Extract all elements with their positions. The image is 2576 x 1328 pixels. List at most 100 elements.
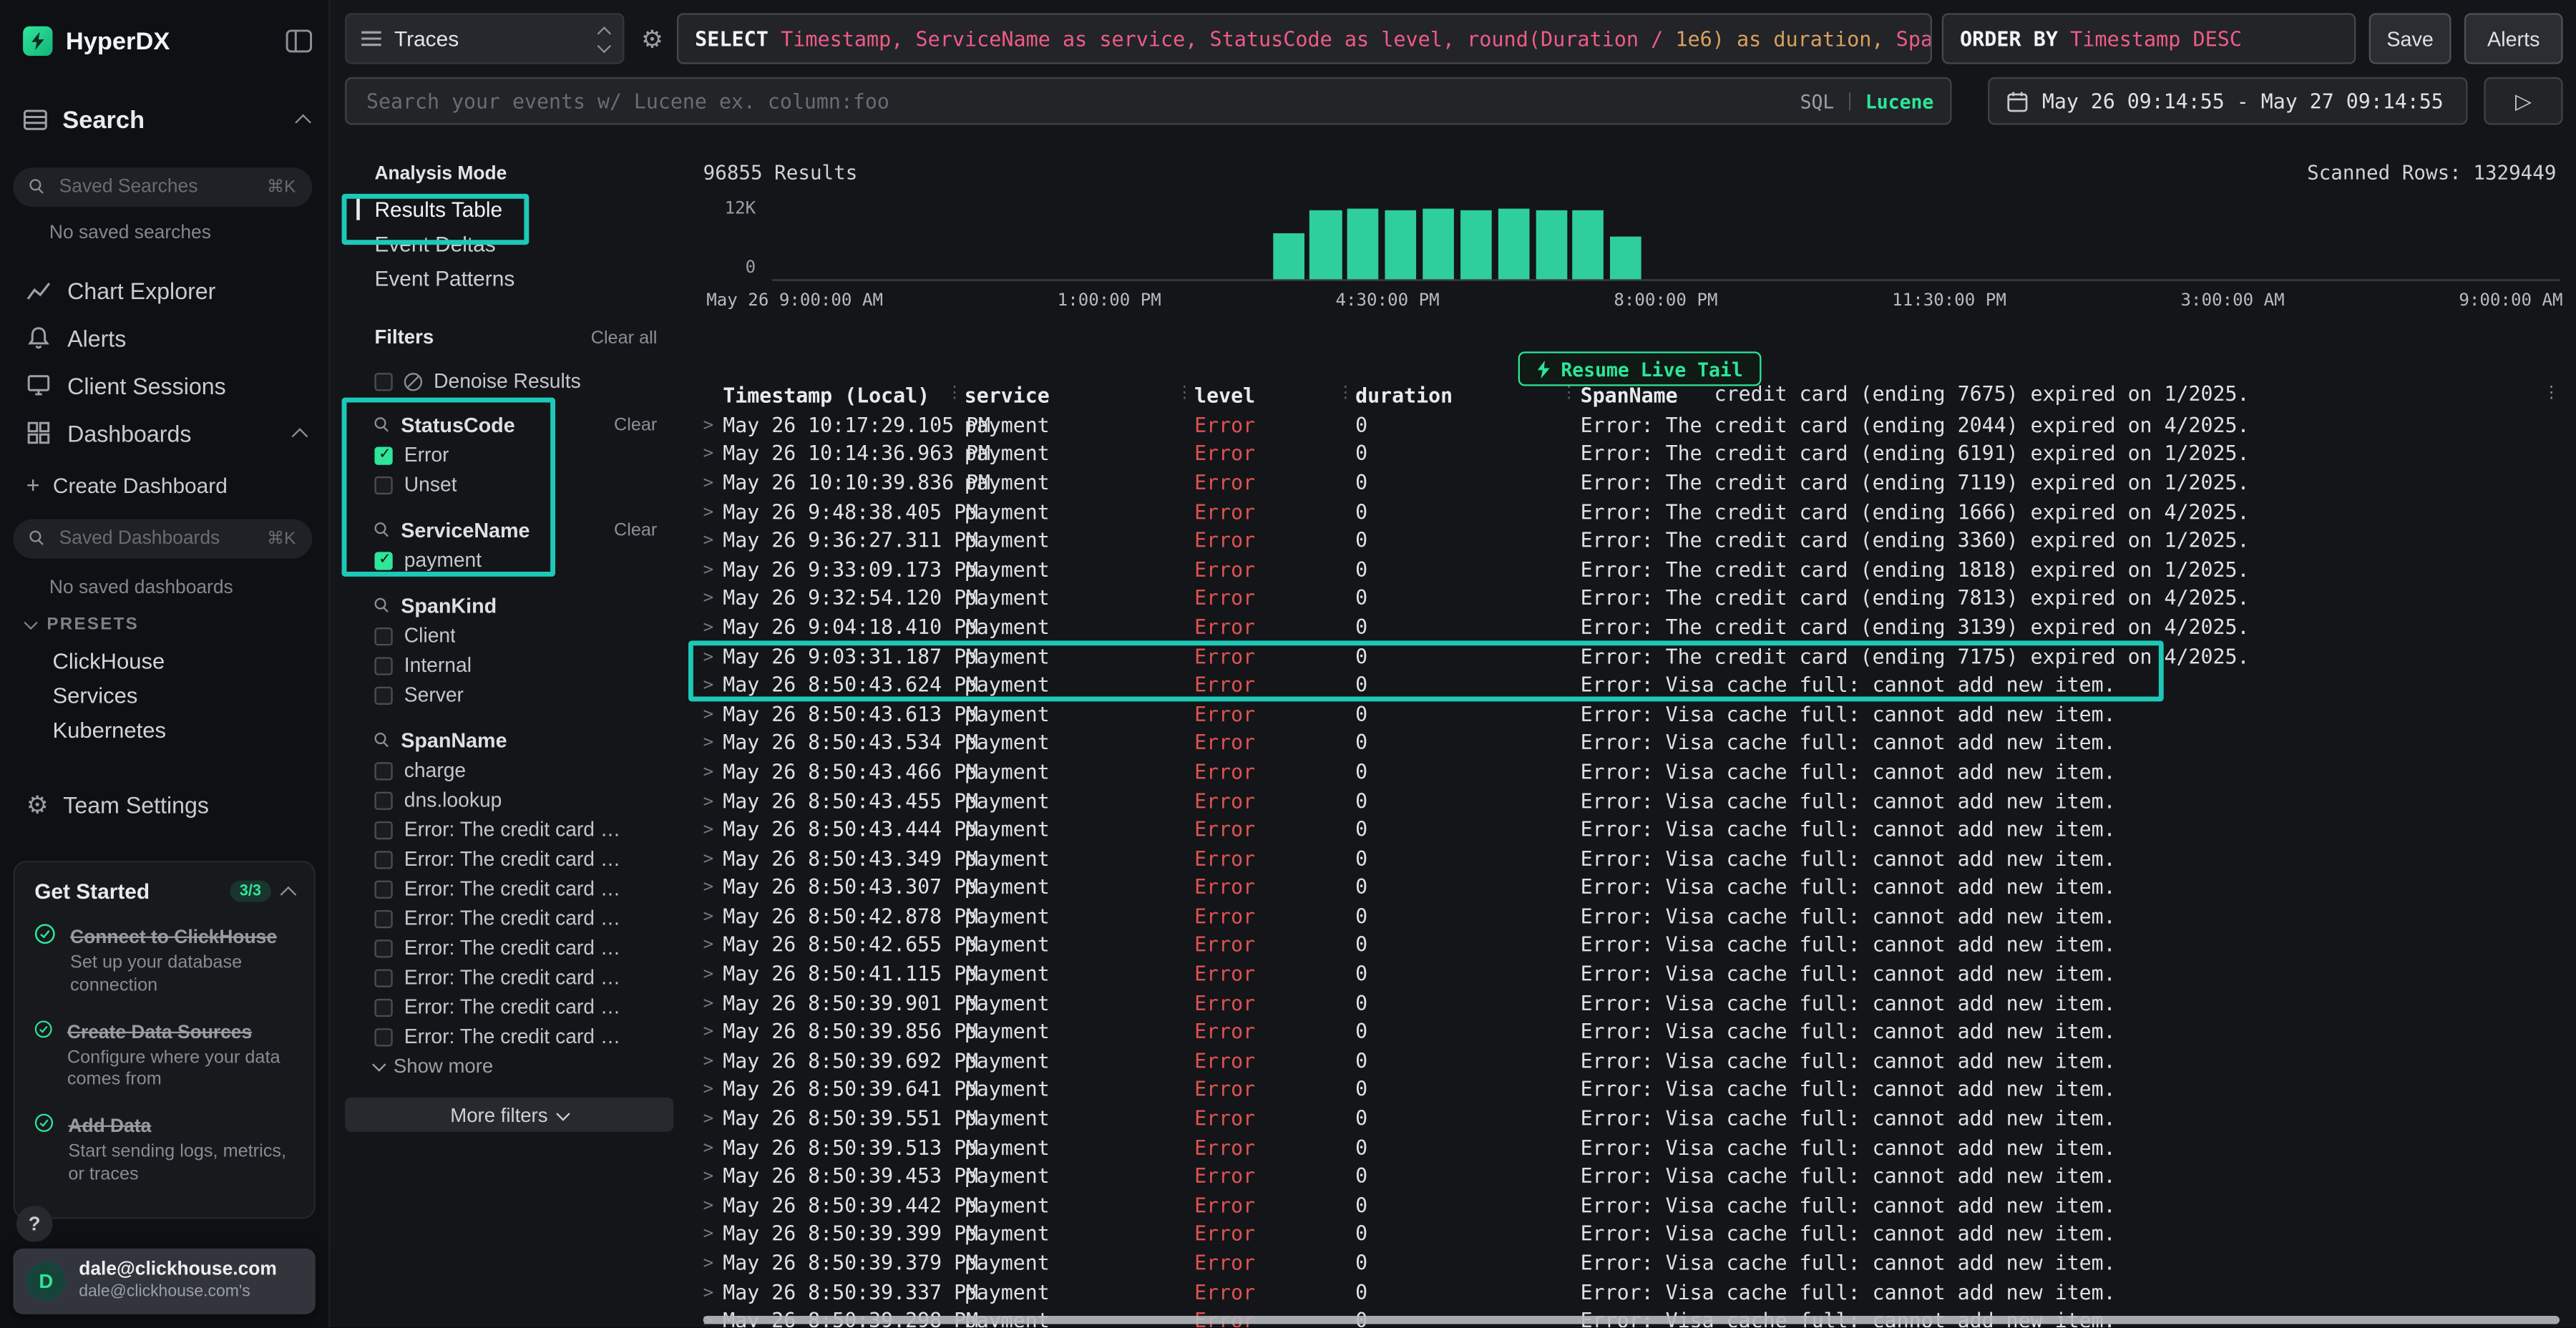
facet-option[interactable]: Client <box>342 621 680 650</box>
table-row[interactable]: >May 26 8:50:43.444 PMpaymentError0Error… <box>703 815 2576 844</box>
table-row[interactable]: >May 26 8:50:43.307 PMpaymentError0Error… <box>703 873 2576 902</box>
table-row[interactable]: >May 26 10:14:36.963 PMpaymentError0Erro… <box>703 439 2576 468</box>
facet-option[interactable]: Error: The credit card … <box>342 815 680 844</box>
checkbox[interactable] <box>374 656 392 674</box>
facet-option[interactable]: dns.lookup <box>342 785 680 814</box>
table-row[interactable]: >May 26 8:50:39.692 PMpaymentError0Error… <box>703 1047 2576 1075</box>
denoise-results-toggle[interactable]: Denoise Results <box>342 366 680 396</box>
facet-option[interactable]: Error <box>342 440 680 469</box>
more-filters-button[interactable]: More filters <box>345 1098 673 1132</box>
table-row[interactable]: >May 26 9:48:38.405 PMpaymentError0Error… <box>703 497 2576 526</box>
sql-query-editor[interactable]: SELECT Timestamp, ServiceName as service… <box>677 13 1932 64</box>
facet-option[interactable]: charge <box>342 756 680 785</box>
facet-option[interactable]: Error: The credit card … <box>342 1022 680 1051</box>
facet-option[interactable]: Error: The credit card … <box>342 904 680 933</box>
resume-live-tail-button[interactable]: Resume Live Tail <box>1518 351 1761 386</box>
preset-kubernetes[interactable]: Kubernetes <box>0 713 328 747</box>
table-row[interactable]: >May 26 8:50:39.379 PMpaymentError0Error… <box>703 1249 2576 1277</box>
table-row[interactable]: >May 26 8:50:42.878 PMpaymentError0Error… <box>703 902 2576 931</box>
table-row[interactable]: >May 26 8:50:39.442 PMpaymentError0Error… <box>703 1191 2576 1220</box>
checkbox[interactable] <box>374 686 392 704</box>
checkbox[interactable] <box>374 909 392 927</box>
clear-all-button[interactable]: Clear all <box>591 328 658 348</box>
table-row[interactable]: >May 26 9:04:18.410 PMpaymentError0Error… <box>703 613 2576 642</box>
saved-searches-input[interactable]: ⌘K <box>13 167 312 207</box>
row-expand-chevron[interactable]: > <box>703 733 723 753</box>
analysis-mode-results-table[interactable]: Results Table <box>342 192 680 227</box>
preset-services[interactable]: Services <box>0 678 328 713</box>
row-expand-chevron[interactable]: > <box>703 415 723 435</box>
histogram-bar[interactable] <box>1498 209 1529 279</box>
table-row[interactable]: >May 26 9:03:31.187 PMpaymentError0Error… <box>703 642 2576 670</box>
source-select[interactable]: Traces <box>345 13 624 64</box>
column-header-duration[interactable]: duration <box>1355 384 1581 407</box>
table-row[interactable]: >May 26 8:50:43.466 PMpaymentError0Error… <box>703 758 2576 786</box>
collapse-sidebar-icon[interactable] <box>286 29 312 52</box>
table-row[interactable]: >May 26 8:50:39.453 PMpaymentError0Error… <box>703 1162 2576 1191</box>
column-options-icon[interactable]: ⋮ <box>2543 384 2560 402</box>
sidebar-item-team-settings[interactable]: ⚙ Team Settings <box>26 785 209 824</box>
column-resize-handle[interactable]: ⋮ <box>1176 384 1193 402</box>
row-expand-chevron[interactable]: > <box>703 1138 723 1158</box>
row-expand-chevron[interactable]: > <box>703 1224 723 1244</box>
run-query-button[interactable]: ▷ <box>2484 77 2562 125</box>
column-resize-handle[interactable]: ⋮ <box>946 384 962 402</box>
table-row[interactable]: >May 26 8:50:43.534 PMpaymentError0Error… <box>703 728 2576 757</box>
checkbox[interactable] <box>374 821 392 839</box>
lucene-search-bar[interactable]: SQL | Lucene <box>345 77 1951 125</box>
language-toggle-lucene[interactable]: Lucene <box>1865 89 1933 112</box>
row-expand-chevron[interactable]: > <box>703 1254 723 1274</box>
facet-clear-button[interactable]: Clear <box>614 416 657 436</box>
analysis-mode-event-deltas[interactable]: Event Deltas <box>342 227 680 261</box>
presets-header[interactable]: PRESETS <box>26 615 139 635</box>
facet-option[interactable]: Internal <box>342 650 680 680</box>
table-row[interactable]: >May 26 10:17:29.105 PMpaymentError0Erro… <box>703 411 2576 439</box>
checkbox[interactable] <box>374 476 392 494</box>
table-row[interactable]: >May 26 8:50:39.513 PMpaymentError0Error… <box>703 1133 2576 1162</box>
show-more-button[interactable]: Show more <box>342 1051 680 1080</box>
facet-option[interactable]: Error: The credit card … <box>342 874 680 903</box>
language-toggle-sql[interactable]: SQL <box>1800 89 1835 112</box>
row-expand-chevron[interactable]: > <box>703 965 723 985</box>
histogram-bar[interactable] <box>1347 209 1379 279</box>
checkbox[interactable] <box>374 998 392 1016</box>
column-header-timestamp-local-[interactable]: Timestamp (Local) <box>723 384 965 407</box>
sidebar-item-chart-explorer[interactable]: Chart Explorer <box>0 266 328 314</box>
table-row[interactable]: >May 26 8:50:39.337 PMpaymentError0Error… <box>703 1278 2576 1307</box>
column-resize-handle[interactable]: ⋮ <box>1561 384 1577 402</box>
sidebar-item-alerts[interactable]: Alerts <box>0 314 328 362</box>
table-row[interactable]: >May 26 8:50:39.551 PMpaymentError0Error… <box>703 1104 2576 1133</box>
histogram-bar[interactable] <box>1385 210 1417 279</box>
facet-clear-button[interactable]: Clear <box>614 521 657 541</box>
histogram-bar[interactable] <box>1423 209 1454 279</box>
histogram-bar[interactable] <box>1536 210 1567 279</box>
row-expand-chevron[interactable]: > <box>703 647 723 667</box>
row-expand-chevron[interactable]: > <box>703 1022 723 1043</box>
row-expand-chevron[interactable]: > <box>703 675 723 695</box>
horizontal-scrollbar[interactable] <box>703 1316 2560 1324</box>
table-row[interactable]: >May 26 8:50:43.624 PMpaymentError0Error… <box>703 671 2576 700</box>
get-started-step-add-data[interactable]: Add DataStart sending logs, metrics, or … <box>34 1110 294 1187</box>
sidebar-item-search[interactable]: Search <box>23 102 308 138</box>
checkbox[interactable] <box>374 372 392 390</box>
save-button[interactable]: Save <box>2369 13 2451 64</box>
row-expand-chevron[interactable]: > <box>703 849 723 869</box>
chevron-up-icon[interactable] <box>280 886 297 902</box>
facet-option[interactable]: Error: The credit card … <box>342 844 680 874</box>
sidebar-item-dashboards[interactable]: Dashboards <box>0 409 328 457</box>
chevron-up-icon[interactable] <box>295 114 311 131</box>
table-row[interactable]: >May 26 9:36:27.311 PMpaymentError0Error… <box>703 527 2576 555</box>
row-expand-chevron[interactable]: > <box>703 878 723 898</box>
row-expand-chevron[interactable]: > <box>703 791 723 811</box>
table-row[interactable]: >May 26 8:50:43.613 PMpaymentError0Error… <box>703 700 2576 728</box>
facet-option[interactable]: Error: The credit card … <box>342 992 680 1022</box>
row-expand-chevron[interactable]: > <box>703 444 723 464</box>
facet-option[interactable]: Unset <box>342 470 680 499</box>
row-expand-chevron[interactable]: > <box>703 560 723 580</box>
table-row[interactable]: >May 26 9:32:54.120 PMpaymentError0Error… <box>703 584 2576 612</box>
table-row[interactable]: >May 26 10:10:39.836 PMpaymentError0Erro… <box>703 469 2576 497</box>
row-expand-chevron[interactable]: > <box>703 820 723 840</box>
table-row[interactable]: >May 26 8:50:43.349 PMpaymentError0Error… <box>703 844 2576 873</box>
table-row[interactable]: >May 26 9:33:09.173 PMpaymentError0Error… <box>703 555 2576 584</box>
column-resize-handle[interactable]: ⋮ <box>1337 384 1354 402</box>
